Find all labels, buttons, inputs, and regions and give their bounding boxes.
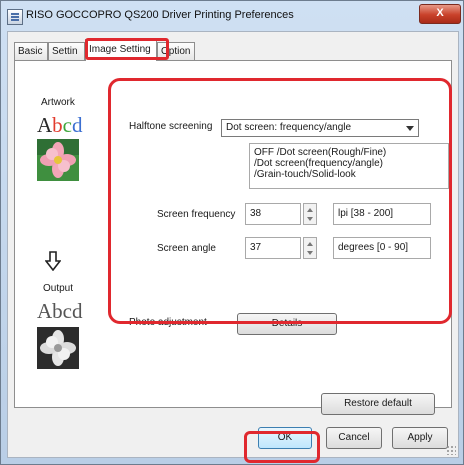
screen-angle-label: Screen angle [157, 243, 216, 254]
ok-button[interactable]: OK [258, 427, 312, 449]
dropdown-arrow-icon [406, 126, 414, 131]
apply-button[interactable]: Apply [392, 427, 448, 449]
screen-angle-input[interactable]: 37 [245, 237, 301, 259]
restore-default-button[interactable]: Restore default [321, 393, 435, 415]
artwork-letter-d: d [72, 113, 83, 137]
artwork-letter-a: A [37, 113, 53, 137]
screen-angle-range: degrees [0 - 90] [333, 237, 431, 259]
artwork-letter-b: b [52, 113, 63, 137]
title-bar[interactable]: RISO GOCCOPRO QS200 Driver Printing Pref… [1, 1, 463, 31]
dialog-window: RISO GOCCOPRO QS200 Driver Printing Pref… [0, 0, 464, 465]
artwork-flower-image [37, 139, 79, 181]
dialog-client-area: Basic Settin Image Setting Option Artwor… [7, 31, 459, 458]
image-setting-panel: Artwork Abcd Output Abcd Halftone screen… [14, 60, 452, 415]
halftone-selected-value: Dot screen: frequency/angle [226, 122, 352, 133]
screen-frequency-spinner[interactable] [303, 203, 317, 225]
artwork-sample-text: Abcd [37, 113, 83, 138]
output-grayscale-image [37, 327, 79, 369]
halftone-screening-label: Halftone screening [129, 121, 213, 132]
arrow-down-icon [45, 251, 61, 271]
screen-angle-spinner[interactable] [303, 237, 317, 259]
screen-frequency-label: Screen frequency [157, 209, 236, 220]
halftone-info-line: /Dot screen(frequency/angle) [254, 158, 383, 169]
tab-option[interactable]: Option [157, 42, 195, 60]
halftone-screening-select[interactable]: Dot screen: frequency/angle [221, 119, 419, 137]
output-sample-text: Abcd [37, 299, 83, 323]
close-button[interactable]: X [419, 4, 461, 24]
halftone-info-line: OFF /Dot screen(Rough/Fine) [254, 147, 387, 158]
artwork-letter-c: c [62, 113, 72, 137]
halftone-info-box: OFF /Dot screen(Rough/Fine) /Dot screen(… [249, 143, 449, 189]
artwork-label: Artwork [41, 97, 75, 108]
output-label: Output [43, 283, 74, 294]
screen-frequency-range: lpi [38 - 200] [333, 203, 431, 225]
tab-basic[interactable]: Basic [14, 42, 48, 60]
tab-image-setting[interactable]: Image Setting [85, 39, 157, 61]
photo-adjustment-label: Photo adjustment [129, 317, 207, 328]
tab-settings[interactable]: Settin [48, 42, 85, 60]
halftone-info-line: /Grain-touch/Solid-look [254, 169, 356, 180]
printer-app-icon [7, 9, 23, 25]
cancel-button[interactable]: Cancel [326, 427, 382, 449]
window-title: RISO GOCCOPRO QS200 Driver Printing Pref… [26, 9, 294, 21]
screen-frequency-input[interactable]: 38 [245, 203, 301, 225]
resize-grip[interactable] [446, 445, 456, 455]
details-button[interactable]: Details [237, 313, 337, 335]
